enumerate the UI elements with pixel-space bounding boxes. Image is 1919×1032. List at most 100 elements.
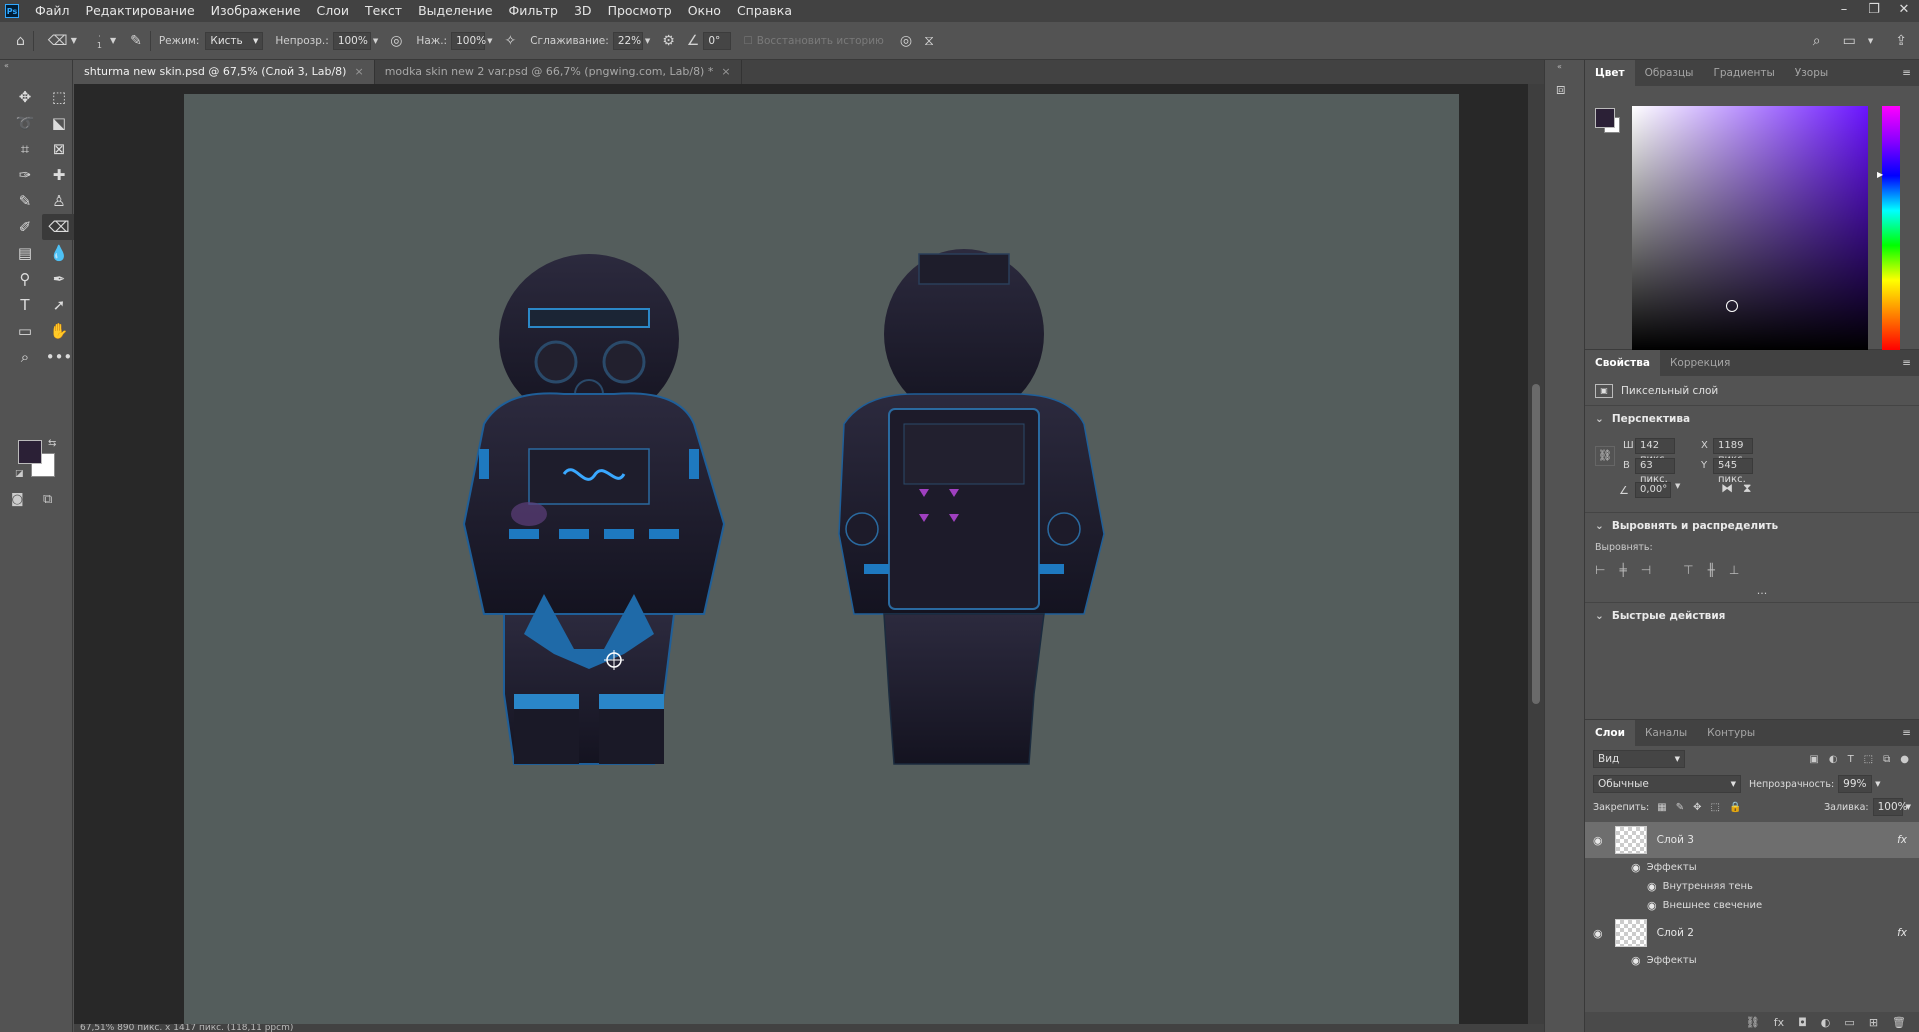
visibility-eye-icon[interactable]: ◉ bbox=[1631, 954, 1641, 967]
lock-position-icon[interactable]: ✥ bbox=[1693, 802, 1701, 813]
effects-row[interactable]: ◉ Эффекты bbox=[1585, 858, 1919, 877]
foreground-color-swatch[interactable] bbox=[18, 440, 42, 464]
fx-badge[interactable]: fx bbox=[1897, 834, 1907, 846]
workspace-chevron-icon[interactable]: ▼ bbox=[1868, 37, 1873, 45]
eraser-tool-icon[interactable]: ⌫ bbox=[48, 33, 68, 49]
add-mask-icon[interactable]: ◘ bbox=[1798, 1016, 1807, 1029]
restore-icon[interactable]: ❐ bbox=[1859, 0, 1889, 22]
history-brush-tool-icon[interactable]: ✐ bbox=[8, 214, 42, 240]
close-tab-icon[interactable]: × bbox=[721, 65, 730, 78]
tab-layers[interactable]: Слои bbox=[1585, 720, 1635, 746]
align-bottom-icon[interactable]: ⊥ bbox=[1729, 563, 1739, 577]
history-panel-icon[interactable]: ⧈ bbox=[1556, 80, 1566, 98]
eyedropper-tool-icon[interactable]: ✑ bbox=[8, 162, 42, 188]
more-options-button[interactable]: ... bbox=[1585, 584, 1919, 602]
opacity-chevron-icon[interactable]: ▼ bbox=[373, 37, 378, 45]
symmetry-icon[interactable]: ⧖ bbox=[924, 33, 934, 49]
lock-all-icon[interactable]: 🔒 bbox=[1729, 802, 1741, 813]
workspace-icon[interactable]: ▭ bbox=[1843, 33, 1856, 49]
visibility-eye-icon[interactable]: ◉ bbox=[1631, 861, 1641, 874]
collapse-icon[interactable]: « bbox=[4, 61, 9, 70]
visibility-eye-icon[interactable]: ◉ bbox=[1647, 880, 1657, 893]
link-layers-icon[interactable]: ⛓ bbox=[1746, 1016, 1760, 1029]
pressure-size-icon[interactable]: ◎ bbox=[900, 33, 912, 49]
hand-tool-icon[interactable]: ✋ bbox=[42, 318, 76, 344]
airbrush-icon[interactable]: ✧ bbox=[504, 33, 516, 49]
align-left-icon[interactable]: ⊢ bbox=[1595, 563, 1605, 577]
section-perspective[interactable]: ⌄ Перспектива bbox=[1585, 406, 1919, 432]
flow-chevron-icon[interactable]: ▼ bbox=[487, 37, 492, 45]
fill-chevron-icon[interactable]: ▼ bbox=[1906, 803, 1911, 811]
visibility-eye-icon[interactable]: ◉ bbox=[1647, 899, 1657, 912]
tab-patterns[interactable]: Узоры bbox=[1785, 60, 1838, 86]
share-icon[interactable]: ⇪ bbox=[1895, 33, 1907, 49]
panel-menu-icon[interactable]: ≡ bbox=[1902, 357, 1911, 369]
history-checkbox[interactable]: ☐ bbox=[743, 35, 752, 47]
filter-adjustment-icon[interactable]: ◐ bbox=[1829, 754, 1838, 765]
type-tool-icon[interactable]: T bbox=[8, 292, 42, 318]
filter-pixel-icon[interactable]: ▣ bbox=[1809, 754, 1818, 765]
layer-row-2[interactable]: ◉ Слой 2 fx bbox=[1585, 915, 1919, 951]
marquee-tool-icon[interactable]: ⬚ bbox=[42, 84, 76, 110]
tab-modka[interactable]: modka skin new 2 var.psd @ 66,7% (pngwin… bbox=[375, 60, 742, 84]
add-style-icon[interactable]: fx bbox=[1774, 1016, 1784, 1029]
section-align[interactable]: ⌄ Выровнять и распределить bbox=[1585, 512, 1919, 538]
new-adjustment-icon[interactable]: ◐ bbox=[1821, 1016, 1831, 1029]
menu-window[interactable]: Окно bbox=[680, 0, 729, 22]
panel-menu-icon[interactable]: ≡ bbox=[1902, 727, 1911, 739]
gradient-tool-icon[interactable]: ▤ bbox=[8, 240, 42, 266]
menu-select[interactable]: Выделение bbox=[410, 0, 500, 22]
search-icon[interactable]: ⌕ bbox=[1813, 33, 1821, 49]
width-input[interactable]: 142 пикс. bbox=[1635, 438, 1675, 465]
chevron-down-icon[interactable]: ▼ bbox=[71, 36, 77, 45]
align-center-h-icon[interactable]: ╪ bbox=[1619, 563, 1626, 577]
rectangle-tool-icon[interactable]: ▭ bbox=[8, 318, 42, 344]
tab-paths[interactable]: Контуры bbox=[1697, 720, 1765, 746]
brush-preset-chevron-icon[interactable]: ▼ bbox=[110, 36, 116, 45]
layer-name[interactable]: Слой 3 bbox=[1657, 834, 1694, 846]
vertical-scrollbar[interactable] bbox=[1528, 84, 1544, 1024]
layer-row-3[interactable]: ◉ Слой 3 fx bbox=[1585, 822, 1919, 858]
section-quick-actions[interactable]: ⌄ Быстрые действия bbox=[1585, 602, 1919, 628]
menu-view[interactable]: Просмотр bbox=[600, 0, 680, 22]
panel-menu-icon[interactable]: ≡ bbox=[1902, 67, 1911, 79]
layer-filter-select[interactable]: Вид ▼ bbox=[1593, 750, 1685, 768]
hue-slider[interactable] bbox=[1882, 106, 1900, 350]
effect-row[interactable]: ◉ Внешнее свечение bbox=[1585, 896, 1919, 915]
fx-badge[interactable]: fx bbox=[1897, 927, 1907, 939]
filter-smart-icon[interactable]: ⧉ bbox=[1883, 754, 1890, 765]
effect-row[interactable]: ◉ Внутренняя тень bbox=[1585, 877, 1919, 896]
rotation-input[interactable]: 0,00° bbox=[1635, 482, 1671, 498]
filter-type-icon[interactable]: T bbox=[1848, 754, 1854, 765]
screen-mode-icon[interactable]: ⧉ bbox=[43, 492, 52, 507]
menu-help[interactable]: Справка bbox=[729, 0, 800, 22]
hue-slider-handle-icon[interactable]: ▶ bbox=[1877, 170, 1883, 179]
lock-transparency-icon[interactable]: ▦ bbox=[1657, 802, 1666, 813]
filter-toggle-icon[interactable]: ● bbox=[1900, 754, 1909, 765]
effects-row[interactable]: ◉ Эффекты bbox=[1585, 951, 1919, 970]
lock-image-icon[interactable]: ✎ bbox=[1676, 802, 1684, 813]
delete-layer-icon[interactable]: 🗑 bbox=[1892, 1016, 1906, 1029]
collapse-icon[interactable]: « bbox=[1557, 62, 1562, 71]
tab-shturma[interactable]: shturma new skin.psd @ 67,5% (Слой 3, La… bbox=[74, 60, 375, 84]
tab-swatches[interactable]: Образцы bbox=[1635, 60, 1704, 86]
tab-properties[interactable]: Свойства bbox=[1585, 350, 1660, 376]
quick-mask-icon[interactable]: ◙ bbox=[11, 492, 24, 507]
align-middle-v-icon[interactable]: ╫ bbox=[1708, 563, 1715, 577]
align-top-icon[interactable]: ⊤ bbox=[1683, 563, 1693, 577]
tab-adjustments[interactable]: Коррекция bbox=[1660, 350, 1740, 376]
stamp-tool-icon[interactable]: ♙ bbox=[42, 188, 76, 214]
eraser-tool-icon[interactable]: ⌫ bbox=[42, 214, 76, 240]
close-window-icon[interactable]: ✕ bbox=[1889, 0, 1919, 22]
lock-artboard-icon[interactable]: ⬚ bbox=[1710, 802, 1719, 813]
layer-opacity-input[interactable]: 99% bbox=[1838, 775, 1873, 793]
menu-edit[interactable]: Редактирование bbox=[78, 0, 203, 22]
canvas-area[interactable] bbox=[74, 84, 1528, 1024]
default-colors-icon[interactable]: ◪ bbox=[15, 469, 24, 479]
menu-file[interactable]: Файл bbox=[27, 0, 78, 22]
flip-horizontal-icon[interactable]: ⧓ bbox=[1721, 481, 1733, 495]
fill-input[interactable]: 100% bbox=[1872, 798, 1908, 816]
more-tools-icon[interactable]: ••• bbox=[42, 344, 76, 370]
swap-colors-icon[interactable]: ⇆ bbox=[48, 438, 56, 449]
brush-size-picker[interactable]: · 1 bbox=[97, 32, 102, 50]
